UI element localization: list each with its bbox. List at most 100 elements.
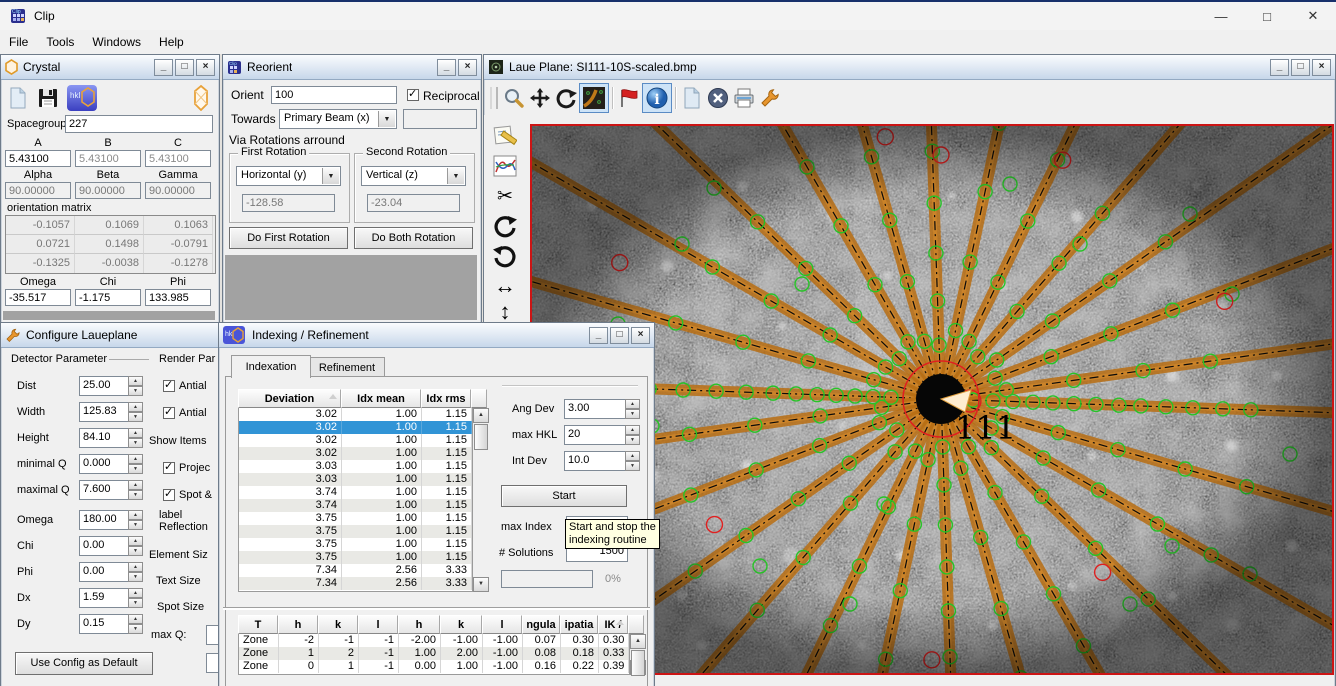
menu-tools[interactable]: Tools	[37, 32, 83, 52]
do-both-rotation-button[interactable]: Do Both Rotation	[354, 227, 473, 249]
pan-tool-button[interactable]	[527, 85, 553, 111]
zone-table[interactable]: ThklhklngulaipatiaIK /Zone-2-1-1-2.00-1.…	[238, 615, 646, 675]
cell-a-input[interactable]: 5.43100	[5, 150, 71, 167]
cell-b-input[interactable]: 5.43100	[75, 150, 141, 167]
second-rotation-axis-select[interactable]: Vertical (z)▼	[361, 166, 466, 186]
table-row[interactable]: Zone-2-1-1-2.00-1.00-1.000.070.300.30	[239, 634, 629, 647]
laue-maximize-button[interactable]: □	[1291, 59, 1310, 76]
table-row[interactable]: 3.751.001.15	[239, 525, 472, 538]
minimize-button[interactable]: —	[1198, 2, 1244, 30]
projection-checkbox[interactable]	[163, 462, 175, 474]
open-icon[interactable]	[7, 86, 29, 110]
indexing-maximize-button[interactable]: □	[610, 327, 629, 344]
crystal-close-button[interactable]: ×	[196, 59, 215, 76]
column-header[interactable]: Deviation	[238, 389, 341, 408]
table-row[interactable]: 3.751.001.15	[239, 551, 472, 564]
table-row[interactable]: 3.751.001.15	[239, 512, 472, 525]
beta-input[interactable]: 90.00000	[75, 182, 141, 199]
gamma-input[interactable]: 90.00000	[145, 182, 211, 199]
column-header[interactable]: l	[358, 615, 398, 634]
param-spinner[interactable]: 180.00▲▼	[79, 510, 143, 530]
reorient-close-button[interactable]: ×	[458, 59, 477, 76]
column-header[interactable]: Idx rms	[421, 389, 471, 408]
measure-tool-button[interactable]	[492, 123, 518, 149]
phi-input[interactable]: 133.985	[145, 289, 211, 306]
tab-indexation[interactable]: Indexation	[231, 355, 311, 378]
column-header[interactable]: ngula	[522, 615, 560, 634]
antialias-checkbox[interactable]	[163, 380, 175, 392]
param-spinner[interactable]: 25.00▲▼	[79, 376, 143, 396]
chi-input[interactable]: -1.175	[75, 289, 141, 306]
table-row[interactable]: 7.342.563.33	[239, 564, 472, 577]
param-spinner[interactable]: 84.10▲▼	[79, 428, 143, 448]
do-first-rotation-button[interactable]: Do First Rotation	[229, 227, 348, 249]
rotate-tool-button[interactable]	[553, 85, 579, 111]
antialias2-checkbox[interactable]	[163, 407, 175, 419]
spacegroup-input[interactable]: 227	[65, 115, 213, 133]
hkl-icon[interactable]: hkl	[67, 85, 97, 111]
ang-dev-spinner[interactable]: 3.00▲▼	[564, 399, 640, 419]
close-button[interactable]: ✕	[1290, 2, 1336, 30]
flag-button[interactable]	[616, 85, 642, 111]
toolbar-grip[interactable]	[490, 87, 498, 109]
cell-c-input[interactable]: 5.43100	[145, 150, 211, 167]
param-spinner[interactable]: 1.59▲▼	[79, 588, 143, 608]
solutions-table[interactable]: DeviationIdx meanIdx rms3.021.001.153.02…	[238, 389, 489, 592]
flip-horizontal-button[interactable]: ↔	[492, 273, 518, 299]
max-hkl-spinner[interactable]: 20▲▼	[564, 425, 640, 445]
table-row[interactable]: 3.031.001.15	[239, 473, 472, 486]
menu-help[interactable]: Help	[150, 32, 193, 52]
param-spinner[interactable]: 0.00▲▼	[79, 536, 143, 556]
crystal-titlebar[interactable]: Crystal _ □ ×	[1, 55, 219, 80]
column-header[interactable]: h	[398, 615, 440, 634]
rotate-cw-button[interactable]	[492, 213, 518, 239]
table-row[interactable]: 7.342.563.33	[239, 577, 472, 590]
first-rotation-axis-select[interactable]: Horizontal (y)▼	[236, 166, 341, 186]
spot-checkbox[interactable]	[163, 489, 175, 501]
vertical-scrollbar[interactable]: ▲▼	[630, 634, 646, 675]
reciprocal-checkbox[interactable]	[407, 89, 419, 101]
table-row[interactable]: Zone12-11.002.00-1.000.080.180.33	[239, 647, 629, 660]
param-spinner[interactable]: 0.00▲▼	[79, 562, 143, 582]
laue-minimize-button[interactable]: _	[1270, 59, 1289, 76]
image-toggle-button[interactable]	[579, 83, 609, 113]
omega-input[interactable]: -35.517	[5, 289, 71, 306]
alpha-input[interactable]: 90.00000	[5, 182, 71, 199]
column-header[interactable]: IK /	[598, 615, 628, 634]
use-config-default-button[interactable]: Use Config as Default	[15, 652, 153, 675]
maximize-button[interactable]: □	[1244, 2, 1290, 30]
crystal-minimize-button[interactable]: _	[154, 59, 173, 76]
crystal-maximize-button[interactable]: □	[175, 59, 194, 76]
column-header[interactable]: k	[440, 615, 482, 634]
tab-refinement[interactable]: Refinement	[309, 357, 385, 378]
zoom-tool-button[interactable]	[501, 85, 527, 111]
configure-titlebar[interactable]: Configure Laueplane	[1, 323, 235, 348]
towards-select[interactable]: Primary Beam (x)▼	[279, 109, 397, 129]
table-row[interactable]: 3.021.001.15	[239, 447, 472, 460]
menu-windows[interactable]: Windows	[83, 32, 150, 52]
indexing-minimize-button[interactable]: _	[589, 327, 608, 344]
table-row[interactable]: 3.021.001.15	[239, 434, 472, 447]
menu-file[interactable]: File	[0, 32, 37, 52]
orient-input[interactable]: 100	[271, 86, 397, 104]
table-row[interactable]: 3.741.001.15	[239, 499, 472, 512]
column-header[interactable]: l	[482, 615, 522, 634]
start-button[interactable]: Start	[501, 485, 627, 507]
laue-titlebar[interactable]: Laue Plane: SI111-10S-scaled.bmp _ □ ×	[484, 55, 1335, 80]
int-dev-spinner[interactable]: 10.0▲▼	[564, 451, 640, 471]
reorient-titlebar[interactable]: Clip Reorient _ ×	[223, 55, 481, 80]
cut-tool-button[interactable]: ✂	[492, 183, 518, 209]
column-header[interactable]: h	[278, 615, 318, 634]
indexing-close-button[interactable]: ×	[631, 327, 650, 344]
param-spinner[interactable]: 0.000▲▼	[79, 454, 143, 474]
param-spinner[interactable]: 125.83▲▼	[79, 402, 143, 422]
settings-wrench-button[interactable]	[757, 85, 783, 111]
close-plane-button[interactable]	[705, 85, 731, 111]
reorient-minimize-button[interactable]: _	[437, 59, 456, 76]
laue-close-button[interactable]: ×	[1312, 59, 1331, 76]
info-button[interactable]: i	[642, 83, 672, 113]
crystal-icon[interactable]	[193, 85, 209, 111]
table-row[interactable]: 3.031.001.15	[239, 460, 472, 473]
column-header[interactable]: T	[238, 615, 278, 634]
table-row[interactable]: 3.751.001.15	[239, 538, 472, 551]
